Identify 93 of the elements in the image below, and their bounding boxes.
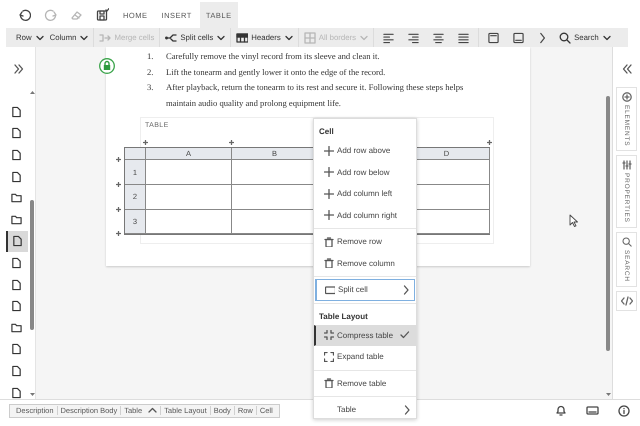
caret-icon	[217, 34, 226, 40]
info-icon[interactable]	[618, 404, 630, 416]
trash-icon	[324, 378, 334, 388]
scroll-down-icon[interactable]	[606, 393, 610, 396]
bell-icon[interactable]	[555, 405, 567, 416]
mouse-cursor-icon	[569, 214, 579, 228]
plus-icon	[324, 210, 334, 220]
double-chevron-icon[interactable]	[14, 64, 24, 74]
merge-icon	[99, 32, 112, 44]
caret-icon	[80, 34, 88, 40]
caret-icon	[36, 34, 44, 40]
menu-item[interactable]: Add column left	[314, 183, 416, 204]
menu-item[interactable]: Remove table	[314, 372, 416, 394]
tree-item[interactable]	[6, 230, 28, 252]
file-icon	[11, 278, 22, 291]
code-icon	[620, 296, 632, 306]
menu-item[interactable]: Split cell	[315, 279, 415, 300]
align-center-icon[interactable]	[433, 32, 444, 44]
file-icon	[11, 127, 22, 140]
expand-icon	[324, 352, 334, 362]
caret-icon	[360, 34, 368, 40]
folder-icon	[11, 322, 22, 334]
folder-icon	[11, 214, 22, 226]
chevron-right-icon	[404, 404, 410, 415]
panel-tab[interactable]	[616, 291, 637, 312]
file-icon	[11, 256, 22, 269]
check-icon	[400, 331, 410, 340]
folder-icon	[11, 192, 22, 204]
plus-icon[interactable]	[143, 140, 148, 146]
menu-item[interactable]: Expand table	[314, 346, 416, 368]
double-chevron-icon[interactable]	[622, 64, 632, 74]
menu-heading: Cell	[318, 126, 335, 138]
caret-icon	[284, 34, 293, 40]
plus-icon[interactable]	[116, 231, 121, 236]
list-text: After playback, return the tonearm to its rest and secure it. Following these steps helps maintain audio quality and prolong equipment life.	[166, 81, 464, 110]
file-icon	[11, 386, 22, 399]
file-icon	[11, 300, 22, 312]
menu-item[interactable]: Remove row	[314, 231, 416, 252]
footer-row-icon[interactable]	[513, 32, 524, 44]
trash-icon	[324, 258, 334, 268]
list-text: Lift the tonearm and gently lower it onto the edge of the record.	[166, 66, 386, 79]
keyboard-icon[interactable]	[586, 405, 599, 416]
list-number: 1.	[147, 50, 154, 63]
table-cell[interactable]	[146, 160, 232, 185]
plus-circle-icon	[622, 92, 632, 102]
save-icon[interactable]	[96, 8, 109, 20]
list-text: Carefully remove the vinyl record from its sleeve and clean it.	[166, 50, 381, 63]
caret-up-icon[interactable]	[148, 407, 158, 414]
chevron-right-icon	[403, 284, 409, 295]
header-row-icon[interactable]	[488, 32, 500, 44]
file-icon	[11, 170, 22, 183]
plus-icon[interactable]	[116, 157, 121, 162]
plus-icon[interactable]	[229, 140, 234, 146]
plus-icon	[324, 188, 334, 199]
scrollbar-thumb[interactable]	[30, 200, 34, 330]
menu-heading: Table Layout	[318, 310, 369, 323]
plus-icon[interactable]	[116, 206, 121, 212]
split-icon	[165, 32, 178, 44]
align-right-icon[interactable]	[408, 32, 420, 44]
borders-icon	[304, 32, 316, 44]
menu-item[interactable]: Compress table	[314, 324, 416, 346]
table-icon	[236, 32, 248, 44]
caret-icon	[602, 34, 611, 40]
table-cell[interactable]	[146, 210, 232, 234]
plus-icon[interactable]	[116, 182, 121, 187]
scrollbar-thumb[interactable]	[606, 96, 610, 351]
undo-icon[interactable]	[18, 8, 31, 20]
align-left-icon[interactable]	[383, 32, 394, 44]
lock-icon[interactable]	[99, 58, 115, 74]
compress-icon	[324, 330, 334, 340]
sliders-icon	[622, 160, 632, 170]
scroll-up-icon[interactable]	[30, 91, 35, 94]
menu-item[interactable]: Remove column	[314, 252, 416, 274]
scroll-down-icon[interactable]	[30, 393, 35, 396]
search-icon	[559, 32, 572, 44]
plus-icon	[324, 146, 334, 156]
justify-icon[interactable]	[458, 32, 470, 44]
file-icon	[11, 343, 22, 356]
file-icon	[12, 235, 24, 248]
plus-icon[interactable]	[487, 140, 492, 146]
plus-icon	[324, 167, 334, 178]
menu-item[interactable]: Add row below	[314, 162, 416, 183]
menu-item[interactable]: Table	[314, 399, 416, 420]
list-number: 3.	[147, 81, 154, 94]
search-icon	[622, 237, 632, 248]
cell-icon	[325, 284, 335, 295]
list-number: 2.	[147, 66, 154, 79]
trash-icon	[324, 236, 334, 247]
file-icon	[11, 106, 22, 118]
file-icon	[11, 364, 22, 377]
table-cell[interactable]	[146, 184, 232, 210]
menu-item[interactable]: Add column right	[314, 204, 416, 226]
file-icon	[11, 148, 22, 161]
